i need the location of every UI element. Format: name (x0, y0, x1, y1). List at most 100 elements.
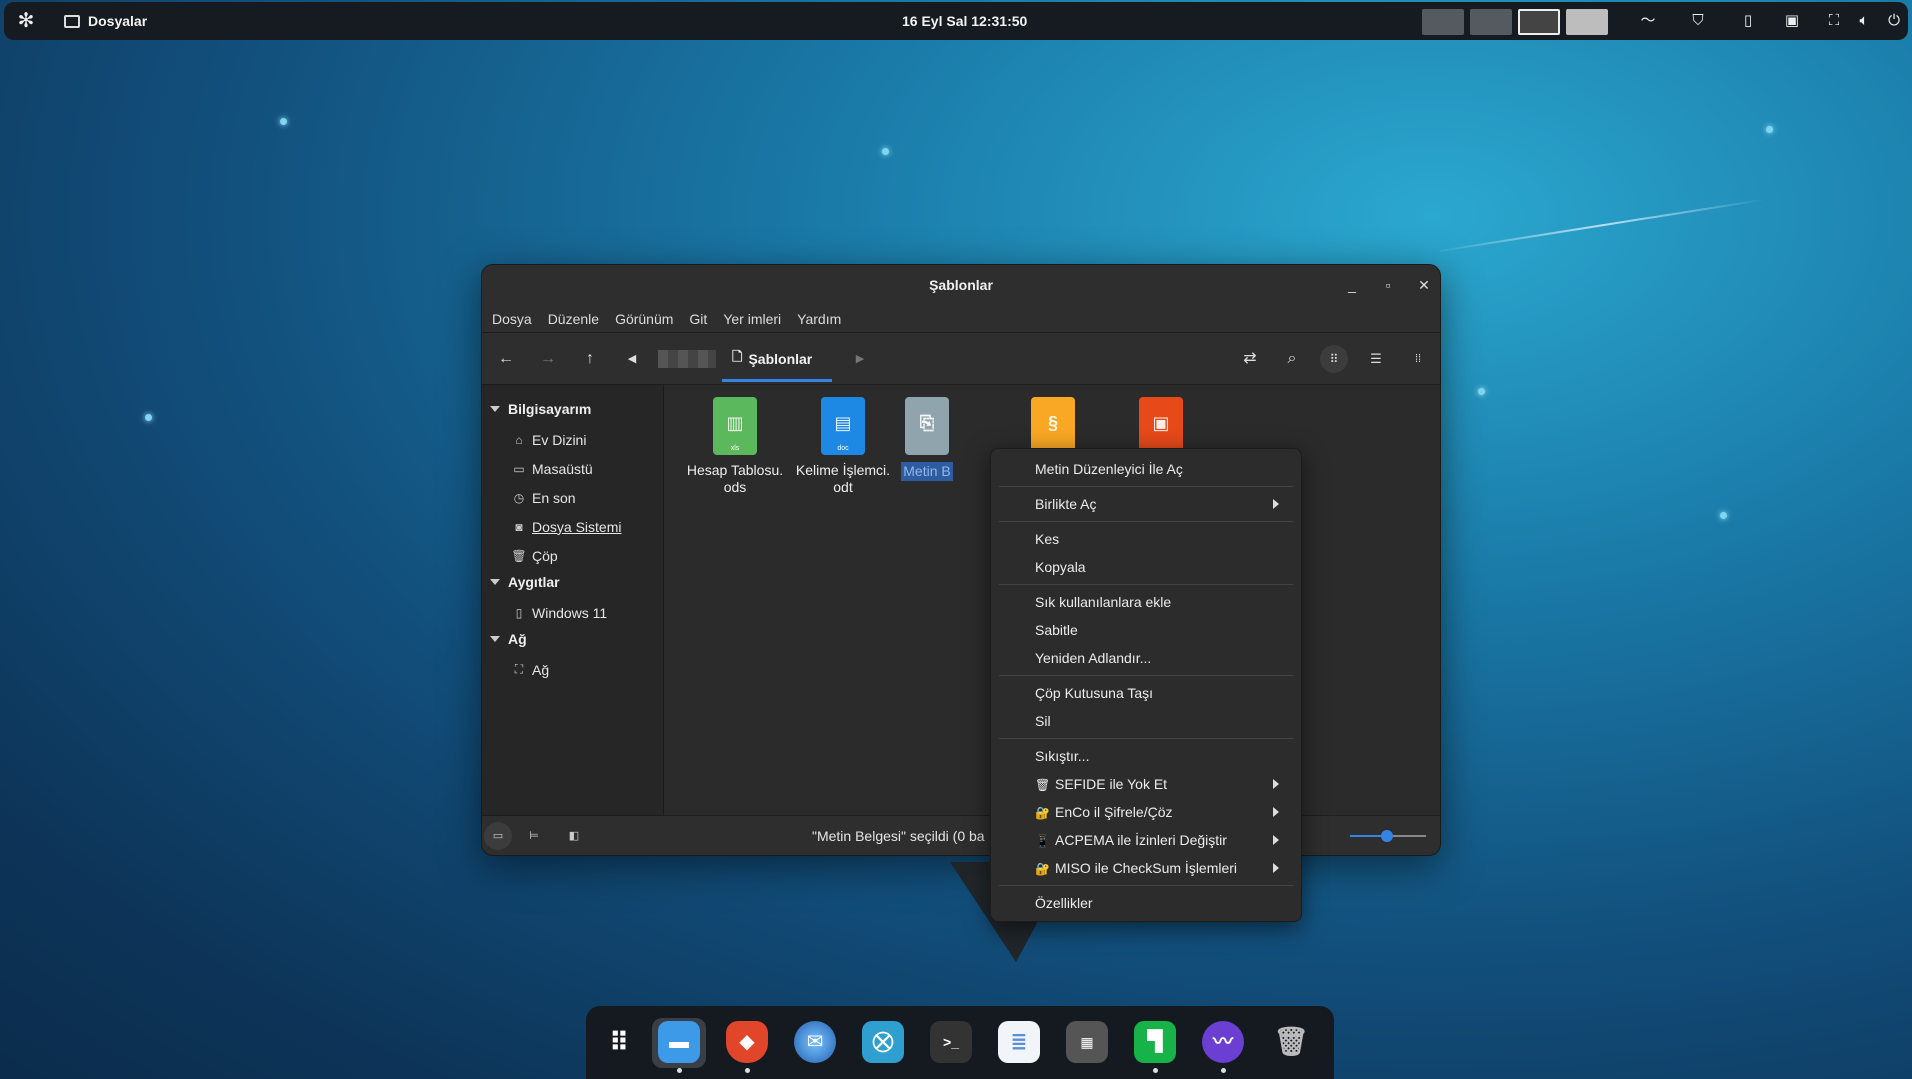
tree-toggle-icon[interactable]: ⊨ (520, 822, 548, 850)
menu-item-icon: 🔐 (1035, 862, 1050, 876)
zoom-slider-knob[interactable] (1381, 830, 1393, 842)
dock-calculator[interactable]: ▦ (1060, 1018, 1114, 1068)
menu-git[interactable]: Git (689, 311, 707, 327)
dock-software-store[interactable]: ⛒ (856, 1018, 910, 1068)
sidebar-item-cop[interactable]: 🗑︎ Çöp (482, 541, 663, 570)
workspace-2[interactable] (1470, 9, 1512, 35)
dock-files[interactable]: ▬ (652, 1018, 706, 1073)
active-app-indicator[interactable]: Dosyalar (64, 2, 147, 40)
sidebar-section-bilgisayarim[interactable]: Bilgisayarım (482, 397, 663, 421)
file-item-kelime-islemci[interactable]: ▤ doc Kelime İşlemci. odt (783, 397, 903, 496)
breadcrumb-current[interactable]: 🗋 Şablonlar (732, 345, 812, 373)
search-icon[interactable]: ⌕ (1278, 345, 1306, 373)
file-item-metin-belgesi[interactable]: ⎘ Metin B (897, 397, 957, 481)
file-item-hesap-tablosu[interactable]: ▥ xls Hesap Tablosu. ods (675, 397, 795, 496)
context-menu-item[interactable]: 🗑 SEFIDE ile Yok Et (997, 770, 1295, 798)
workspace-1[interactable] (1422, 9, 1464, 35)
toggle-location-icon[interactable]: ⇄ (1236, 345, 1264, 373)
wave-icon[interactable]: 〜 (1636, 2, 1660, 40)
wallpaper-star (145, 414, 152, 421)
keyboard-layout-icon[interactable]: ▣ (1780, 2, 1804, 40)
sidebar-item-ag[interactable]: ⛶ Ağ (482, 655, 663, 684)
menu-separator (999, 738, 1293, 739)
volume-icon[interactable]: 🔈︎ (1852, 2, 1876, 40)
clock[interactable]: 16 Eyl Sal 12:31:50 (902, 2, 1027, 40)
up-arrow-icon[interactable]: ↑ (576, 345, 604, 373)
menu-gorunum[interactable]: Görünüm (615, 311, 673, 327)
sidebar-item-masaustu[interactable]: ▭ Masaüstü (482, 454, 663, 483)
dock-text-editor[interactable]: ≣ (992, 1018, 1046, 1068)
breadcrumb-hidden-segment[interactable] (658, 350, 716, 368)
submenu-arrow-icon (1273, 835, 1279, 845)
top-panel: ✻ Dosyalar 16 Eyl Sal 12:31:50 〜 ⛉ ▯ ▣ ⛶… (4, 2, 1908, 40)
dock-onlyoffice[interactable]: ▜ (1128, 1018, 1182, 1073)
forward-arrow-icon[interactable]: → (534, 345, 562, 373)
sidebar-item-dosya-sistemi[interactable]: ◙ Dosya Sistemi (482, 512, 663, 541)
context-menu-item[interactable]: Sıkıştır... (997, 742, 1295, 770)
file-item-python[interactable]: § (993, 397, 1113, 455)
context-menu-item[interactable]: Sil (997, 707, 1295, 735)
close-button[interactable]: ✕ (1414, 275, 1434, 295)
dock-wave-app[interactable]: 〰 (1196, 1018, 1250, 1073)
dock-app-grid[interactable]: ⠿ (592, 1018, 646, 1068)
list-view-icon[interactable]: ☰ (1362, 345, 1390, 373)
status-text: "Metin Belgesi" seçildi (0 ba (812, 828, 985, 844)
submenu-arrow-icon (1273, 863, 1279, 873)
context-menu-item[interactable]: Sabitle (997, 616, 1295, 644)
file-name: Kelime İşlemci. odt (795, 462, 891, 495)
context-menu-item[interactable]: Özellikler (997, 889, 1295, 917)
context-menu-item[interactable]: 🔐 MISO ile CheckSum İşlemleri (997, 854, 1295, 882)
window-titlebar[interactable]: Şablonlar _ ▫ ✕ (482, 265, 1440, 305)
minimize-button[interactable]: _ (1342, 275, 1362, 295)
workspace-3[interactable] (1518, 9, 1560, 35)
context-menu-label: EnCo il Şifrele/Çöz (1055, 804, 1173, 820)
workspace-4[interactable] (1566, 9, 1608, 35)
breadcrumb-left-icon[interactable]: ◀ (618, 345, 646, 373)
breadcrumb-right-icon[interactable]: ▶ (846, 345, 874, 373)
dock-thunderbird[interactable]: ✉ (788, 1018, 842, 1068)
menu-duzenle[interactable]: Düzenle (548, 311, 599, 327)
context-menu-item[interactable]: Kes (997, 525, 1295, 553)
file-item-presentation[interactable]: ▣ (1101, 397, 1221, 455)
compact-view-icon[interactable]: ⁞⁞ (1404, 345, 1432, 373)
context-menu-item[interactable]: Sık kullanılanlara ekle (997, 588, 1295, 616)
context-menu-item[interactable]: 🔐 EnCo il Şifrele/Çöz (997, 798, 1295, 826)
context-menu-item[interactable]: Birlikte Aç (997, 490, 1295, 518)
dock-trash[interactable]: 🗑︎ (1264, 1018, 1318, 1068)
context-menu-item[interactable]: Kopyala (997, 553, 1295, 581)
wave-app-icon: 〰 (1202, 1021, 1244, 1063)
places-toggle-icon[interactable]: ▭ (484, 822, 512, 850)
power-icon[interactable]: ⏻ (1882, 2, 1906, 40)
file-name: Hesap Tablosu. ods (686, 462, 784, 495)
icon-view-icon[interactable]: ⠿ (1320, 345, 1348, 373)
document-file-icon: ▤ doc (821, 397, 865, 455)
sidebar-toggle-icon[interactable]: ◧ (560, 822, 588, 850)
sidebar-item-ev-dizini[interactable]: ⌂ Ev Dizini (482, 425, 663, 454)
menu-yer-imleri[interactable]: Yer imleri (723, 311, 781, 327)
maximize-button[interactable]: ▫ (1378, 275, 1398, 295)
back-arrow-icon[interactable]: ← (492, 345, 520, 373)
wallpaper-streak (1439, 198, 1767, 252)
shield-icon[interactable]: ⛉ (1686, 2, 1710, 40)
home-icon: ⌂ (515, 432, 523, 447)
context-menu-item[interactable]: Yeniden Adlandır... (997, 644, 1295, 672)
menu-dosya[interactable]: Dosya (492, 311, 532, 327)
submenu-arrow-icon (1273, 807, 1279, 817)
spreadsheet-file-icon: ▥ xls (713, 397, 757, 455)
dock-brave[interactable]: ◆ (720, 1018, 774, 1073)
context-menu: Metin Düzenleyici İle Aç Birlikte Aç Kes Ko… (990, 448, 1302, 922)
sidebar-item-windows-11[interactable]: ▯ Windows 11 (482, 598, 663, 627)
sidebar-section-aygitlar[interactable]: Aygıtlar (482, 570, 663, 594)
context-menu-item[interactable]: 📱 ACPEMA ile İzinleri Değiştir (997, 826, 1295, 854)
menu-yardim[interactable]: Yardım (797, 311, 841, 327)
clipboard-icon[interactable]: ▯ (1736, 2, 1760, 40)
menu-item-icon: 📱 (1035, 834, 1050, 848)
sidebar-item-en-son[interactable]: ◷ En son (482, 483, 663, 512)
network-icon[interactable]: ⛶ (1822, 2, 1846, 40)
context-menu-item[interactable]: Metin Düzenleyici İle Aç (997, 455, 1295, 483)
dock-terminal[interactable]: >_ (924, 1018, 978, 1068)
context-menu-item[interactable]: Çöp Kutusuna Taşı (997, 679, 1295, 707)
distro-logo-icon[interactable]: ✻ (14, 9, 38, 33)
sidebar-section-ag[interactable]: Ağ (482, 627, 663, 651)
window-title: Şablonlar (929, 277, 993, 293)
